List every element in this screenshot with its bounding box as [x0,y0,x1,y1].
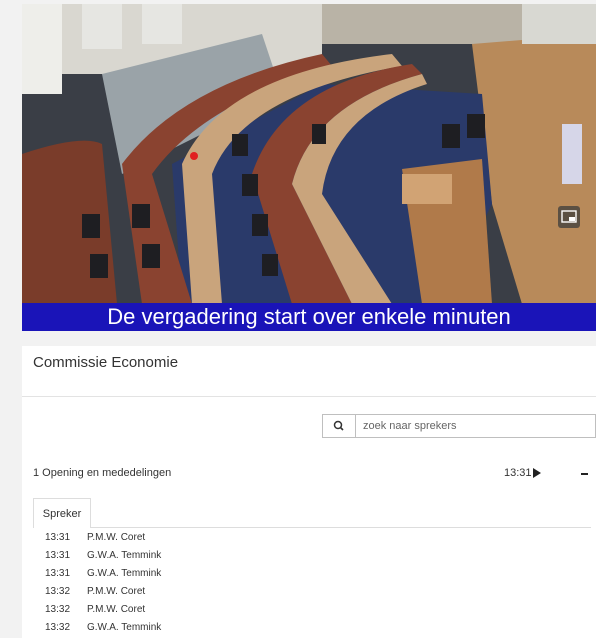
tab-spreker[interactable]: Spreker [33,498,91,528]
video-player[interactable]: De vergadering start over enkele minuten [22,4,596,331]
speaker-time: 13:31 [45,532,71,543]
video-caption: De vergadering start over enkele minuten [22,303,596,331]
agenda-item[interactable]: 1 Opening en mededelingen 13:31 [33,467,591,483]
list-item[interactable]: 13:32 P.M.W. Coret [45,601,161,619]
page-title: Commissie Economie [33,354,179,371]
speaker-name: P.M.W. Coret [87,532,146,543]
speaker-time: 13:31 [45,568,71,579]
search-input[interactable] [357,415,593,437]
picture-in-picture-button[interactable] [558,206,580,228]
collapse-button[interactable] [580,467,590,481]
play-icon[interactable] [533,468,541,481]
search-icon[interactable] [323,415,356,437]
speaker-name: P.M.W. Coret [87,604,146,615]
picture-in-picture-icon [561,210,577,223]
list-item[interactable]: 13:31 P.M.W. Coret [45,529,161,547]
list-item[interactable]: 13:31 G.W.A. Temmink [45,547,161,565]
list-item[interactable]: 13:32 P.M.W. Coret [45,583,161,601]
speaker-time: 13:32 [45,604,71,615]
council-chamber-image [22,4,596,331]
speaker-list: 13:31 P.M.W. Coret 13:31 G.W.A. Temmink 13… [45,529,161,637]
speaker-name: G.W.A. Temmink [87,550,162,561]
meeting-panel: Commissie Economie 1 Opening en mededeli… [22,346,596,638]
list-item[interactable]: 13:32 G.W.A. Temmink [45,619,161,637]
agenda-item-time: 13:31 [504,467,532,479]
minus-icon [581,473,588,475]
speaker-time: 13:32 [45,622,71,633]
speaker-time: 13:32 [45,586,71,597]
speaker-search [322,414,596,438]
speaker-name: G.W.A. Temmink [87,568,162,579]
tab-divider [91,527,591,528]
speaker-name: P.M.W. Coret [87,586,146,597]
speaker-time: 13:31 [45,550,71,561]
divider [22,396,596,397]
agenda-item-title[interactable]: 1 Opening en mededelingen [33,467,171,479]
list-item[interactable]: 13:31 G.W.A. Temmink [45,565,161,583]
speaker-name: G.W.A. Temmink [87,622,162,633]
